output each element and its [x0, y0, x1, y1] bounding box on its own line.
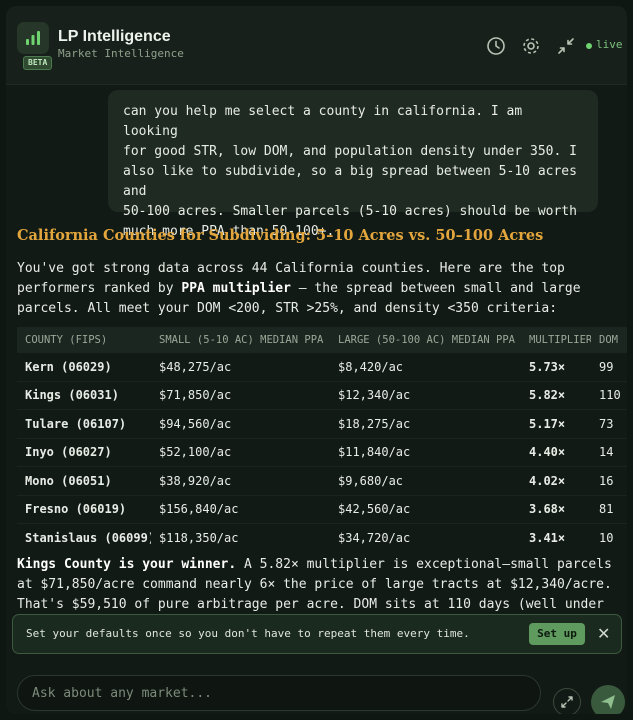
live-status-dot [586, 43, 592, 49]
table-cell: 16 [591, 466, 627, 496]
answer-intro: You've got strong data across 44 Califor… [17, 259, 617, 319]
table-cell: Inyo (06027) [17, 438, 151, 467]
table-cell: 10 [591, 523, 627, 545]
table-cell: $8,420/ac [330, 353, 521, 382]
table-cell: $12,340/ac [330, 381, 521, 410]
table-cell: $9,680/ac [330, 466, 521, 496]
composer [6, 666, 627, 714]
table-cell: $18,275/ac [330, 409, 521, 439]
answer-title: California Counties for Subdividing: 5–1… [17, 227, 544, 244]
table-row: Mono (06051) $38,920/ac $9,680/ac 4.02× 16 [17, 466, 627, 496]
table-cell: $94,560/ac [151, 409, 330, 439]
send-icon [601, 695, 615, 709]
live-status: live [596, 38, 623, 51]
bar-chart-icon [26, 31, 40, 45]
intro-bold: PPA multiplier [181, 281, 291, 296]
table-cell: 5.73× [521, 353, 591, 382]
column-header: LARGE (50-100 AC) MEDIAN PPA [330, 327, 521, 353]
app-title: LP Intelligence [58, 28, 171, 45]
table-cell: 3.68× [521, 495, 591, 524]
beta-badge: BETA [23, 56, 53, 70]
table-cell: Stanislaus (06099) [17, 523, 151, 545]
send-button[interactable] [591, 685, 625, 714]
message-input[interactable] [17, 675, 541, 711]
table-cell: 14 [591, 438, 627, 467]
table-cell: 5.17× [521, 409, 591, 439]
table-cell: $38,920/ac [151, 466, 330, 496]
table-cell: $11,840/ac [330, 438, 521, 467]
app-logo [17, 22, 49, 54]
table-row: Kings (06031) $71,850/ac $12,340/ac 5.82× 11… [17, 381, 627, 410]
table-cell: 3.41× [521, 523, 591, 545]
header: BETA LP Intelligence Market Intelligence… [6, 6, 627, 85]
table-cell: $71,850/ac [151, 381, 330, 410]
table-cell: 4.40× [521, 438, 591, 467]
table-cell: 81 [591, 495, 627, 524]
table-cell: 73 [591, 409, 627, 439]
table-cell: $48,275/ac [151, 353, 330, 382]
table-cell: 110 [591, 381, 627, 410]
table-cell: $156,840/ac [151, 495, 330, 524]
user-message-text: can you help me select a county in calif… [123, 104, 577, 239]
expand-button[interactable] [553, 688, 581, 714]
answer-summary: Kings County is your winner. A 5.82× mul… [17, 555, 617, 615]
user-message: can you help me select a county in calif… [108, 90, 598, 239]
toast-text: Set your defaults once so you don't have… [26, 627, 470, 640]
table-row: Kern (06029) $48,275/ac $8,420/ac 5.73× 99 [17, 353, 627, 382]
close-icon[interactable]: ✕ [597, 624, 610, 643]
table-row: Tulare (06107) $94,560/ac $18,275/ac 5.17× 7… [17, 409, 627, 439]
table-cell: Fresno (06019) [17, 495, 151, 524]
defaults-toast: Set your defaults once so you don't have… [12, 614, 622, 654]
table-cell: $118,350/ac [151, 523, 330, 545]
settings-icon[interactable] [521, 36, 541, 56]
history-icon[interactable] [486, 36, 506, 56]
table-cell: $34,720/ac [330, 523, 521, 545]
table-cell: 5.82× [521, 381, 591, 410]
table-cell: Kern (06029) [17, 353, 151, 382]
summary-bold: Kings County is your winner. [17, 557, 237, 572]
table-cell: 4.02× [521, 466, 591, 496]
table-cell: $42,560/ac [330, 495, 521, 524]
app-subtitle: Market Intelligence [58, 47, 184, 60]
divider [6, 654, 627, 666]
county-table: COUNTY (FIPS) SMALL (5-10 AC) MEDIAN PPA… [17, 327, 627, 545]
column-header: MULTIPLIER [521, 327, 591, 353]
table-cell: 99 [591, 353, 627, 382]
table-header-row: COUNTY (FIPS) SMALL (5-10 AC) MEDIAN PPA… [17, 327, 627, 353]
table-row: Inyo (06027) $52,100/ac $11,840/ac 4.40× 14 [17, 438, 627, 467]
column-header: DOM [591, 327, 627, 353]
setup-button[interactable]: Set up [529, 623, 585, 645]
collapse-icon[interactable] [556, 36, 576, 56]
expand-icon [561, 696, 573, 708]
column-header: SMALL (5-10 AC) MEDIAN PPA [151, 327, 330, 353]
table-cell: Tulare (06107) [17, 409, 151, 439]
table-cell: Mono (06051) [17, 466, 151, 496]
table-cell: $52,100/ac [151, 438, 330, 467]
chat-window: BETA LP Intelligence Market Intelligence… [6, 6, 627, 714]
column-header: COUNTY (FIPS) [17, 327, 151, 353]
table-cell: Kings (06031) [17, 381, 151, 410]
table-row: Fresno (06019) $156,840/ac $42,560/ac 3.68×… [17, 495, 627, 524]
table-row: Stanislaus (06099) $118,350/ac $34,720/ac 3… [17, 523, 627, 545]
